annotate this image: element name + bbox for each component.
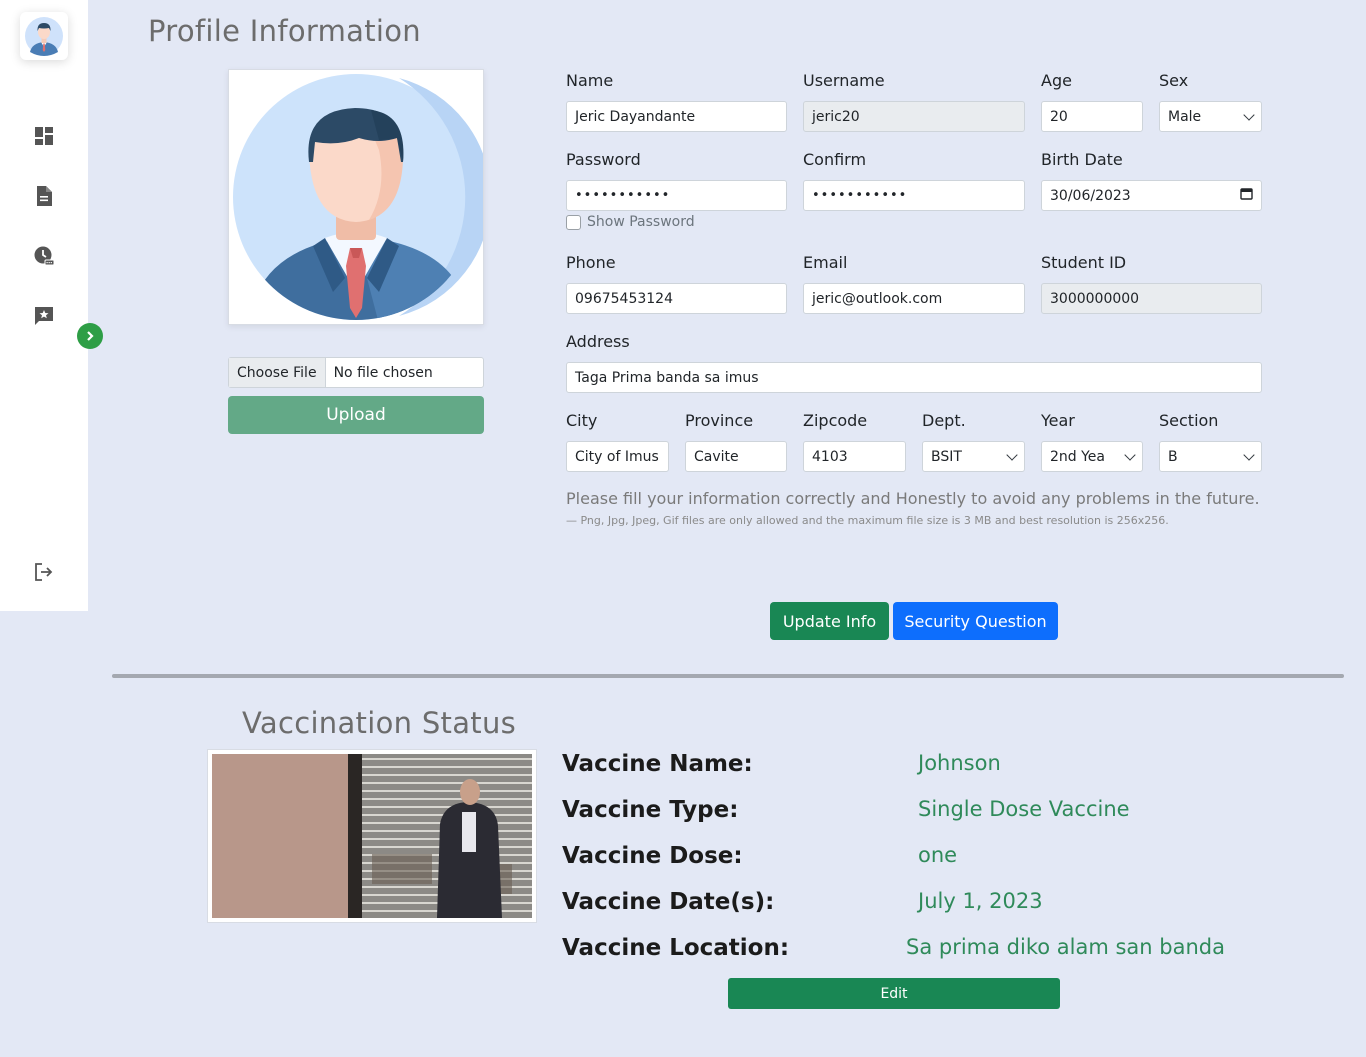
dept-label: Dept. [922,411,966,430]
student-id-label: Student ID [1041,253,1127,272]
show-password-checkbox[interactable] [566,214,581,230]
show-password-label: Show Password [587,214,695,230]
province-input[interactable]: Cavite [685,441,787,472]
dashboard-icon[interactable] [32,124,56,148]
sex-label: Sex [1159,71,1189,90]
vaccine-dose-key: Vaccine Dose: [562,843,743,869]
student-id-input: 3000000000 [1041,283,1262,314]
chevron-down-icon [1243,108,1255,121]
age-input[interactable]: 20 [1041,101,1143,132]
username-label: Username [803,71,885,90]
vaccination-title: Vaccination Status [242,706,517,740]
name-input[interactable]: Jeric Dayandante [566,101,787,132]
zipcode-input[interactable]: 4103 [803,441,906,472]
confirm-label: Confirm [803,150,867,169]
password-input[interactable]: ••••••••••• [566,180,787,211]
sex-value: Male [1168,108,1202,125]
section-select[interactable]: B [1159,441,1262,472]
edit-button[interactable]: Edit [728,978,1060,1009]
year-value: 2nd Yea [1050,448,1106,465]
vaccine-location-value: Sa prima diko alam san banda [906,935,1225,959]
phone-input[interactable]: 09675453124 [566,283,787,314]
vaccination-card-image [207,749,537,923]
username-input: jeric20 [803,101,1025,132]
security-question-button[interactable]: Security Question [893,602,1058,640]
address-label: Address [566,332,630,351]
chevron-right-icon [84,327,96,346]
confirm-password-input[interactable]: ••••••••••• [803,180,1025,211]
birth-date-label: Birth Date [1041,150,1123,169]
logout-icon[interactable] [32,560,56,584]
feedback-icon[interactable] [32,304,56,328]
birth-date-value: 30/06/2023 [1050,187,1131,204]
info-note: Please fill your information correctly a… [566,489,1260,508]
document-icon[interactable] [32,184,56,208]
sidebar-toggle-button[interactable] [77,323,103,349]
vaccine-history-icon[interactable] [32,244,56,268]
section-divider [112,674,1344,678]
sex-select[interactable]: Male [1159,101,1262,132]
phone-label: Phone [566,253,616,272]
email-input[interactable]: jeric@outlook.com [803,283,1025,314]
upload-button[interactable]: Upload [228,396,484,434]
dept-select[interactable]: BSIT [922,441,1025,472]
vaccine-type-value: Single Dose Vaccine [918,797,1130,821]
file-note: — Png, Jpg, Jpeg, Gif files are only all… [566,514,1169,527]
vaccine-name-key: Vaccine Name: [562,751,753,777]
section-value: B [1168,448,1178,465]
sidebar [0,0,88,611]
file-input[interactable]: Choose File No file chosen [228,357,484,388]
vaccine-location-key: Vaccine Location: [562,935,790,961]
choose-file-button[interactable]: Choose File [229,358,326,387]
vaccine-type-key: Vaccine Type: [562,797,739,823]
profile-avatar-icon [233,74,491,320]
zipcode-label: Zipcode [803,411,868,430]
chevron-down-icon [1243,448,1255,461]
city-label: City [566,411,598,430]
profile-photo [228,69,491,325]
age-label: Age [1041,71,1072,90]
office-photo [212,754,532,918]
vaccine-name-value: Johnson [918,751,1001,775]
vaccine-dose-value: one [918,843,958,867]
chevron-down-icon [1124,448,1136,461]
address-input[interactable]: Taga Prima banda sa imus [566,362,1262,393]
user-avatar-icon[interactable] [20,12,68,60]
update-info-button[interactable]: Update Info [770,602,889,640]
city-input[interactable]: City of Imus [566,441,669,472]
vaccine-date-value: July 1, 2023 [918,889,1043,913]
birth-date-input[interactable]: 30/06/2023 [1041,180,1262,211]
password-label: Password [566,150,641,169]
calendar-icon[interactable] [1240,187,1253,204]
vaccine-date-key: Vaccine Date(s): [562,889,775,915]
year-select[interactable]: 2nd Yea [1041,441,1143,472]
year-label: Year [1041,411,1075,430]
email-label: Email [803,253,848,272]
dept-value: BSIT [931,448,962,465]
chevron-down-icon [1006,448,1018,461]
name-label: Name [566,71,614,90]
province-label: Province [685,411,754,430]
section-label: Section [1159,411,1219,430]
file-status: No file chosen [333,364,433,381]
show-password-toggle[interactable]: Show Password [566,214,695,230]
page-title: Profile Information [148,14,421,48]
